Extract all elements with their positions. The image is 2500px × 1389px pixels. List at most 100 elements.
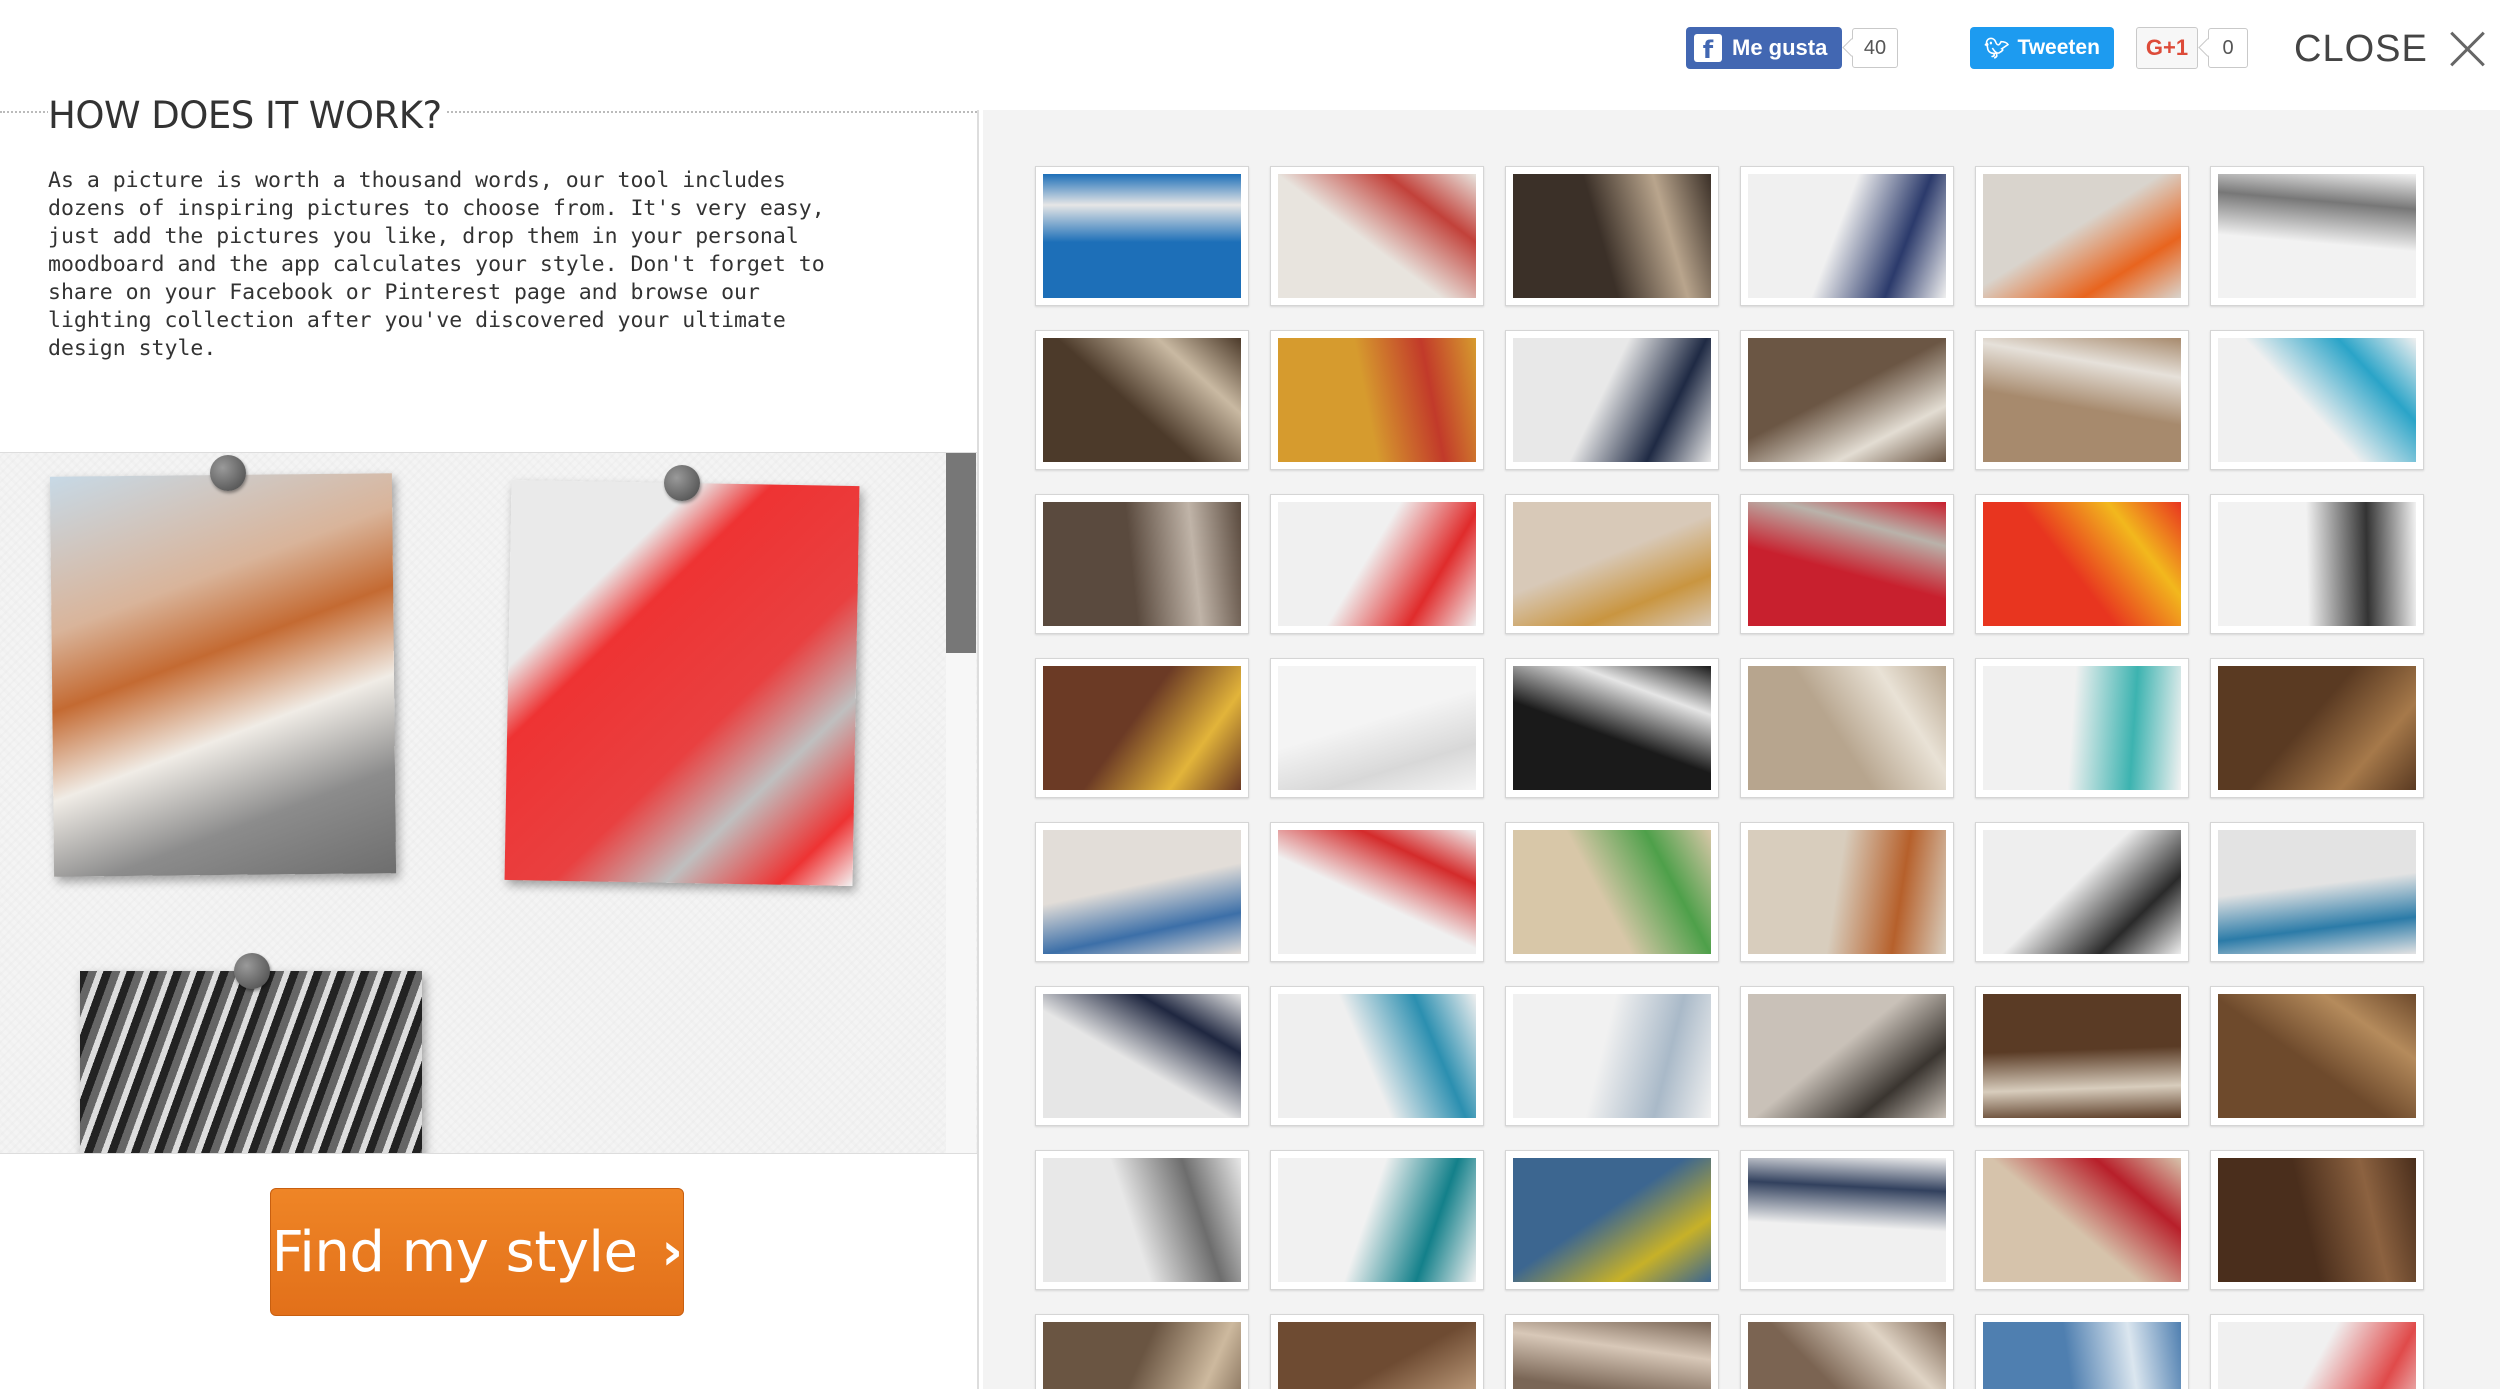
google-plus-button[interactable]: G+1 xyxy=(2136,27,2198,69)
thumb-photo xyxy=(1983,1322,2181,1389)
twitter-bird-icon: 🐦︎ xyxy=(1984,36,2010,60)
gallery-thumb-couple-living-room[interactable] xyxy=(1740,330,1954,470)
thumb-photo xyxy=(1748,830,1946,954)
gallery-thumb-library-ladder[interactable] xyxy=(2210,658,2424,798)
gallery-thumb-girl-blue-table[interactable] xyxy=(1270,986,1484,1126)
gallery-thumb-couple-cream-sofa[interactable] xyxy=(1740,658,1954,798)
thumb-photo xyxy=(1278,666,1476,790)
pushpin-icon xyxy=(210,455,246,491)
moodboard-card-chair-detail[interactable] xyxy=(80,971,422,1153)
gallery-thumb-family-orange-chair[interactable] xyxy=(1975,166,2189,306)
moodboard[interactable] xyxy=(0,452,977,1154)
gallery-thumb-fireplace-room[interactable] xyxy=(1505,1314,1719,1389)
facebook-like-count: 40 xyxy=(1852,28,1898,68)
gallery-thumb-couple-white-sofa[interactable] xyxy=(1975,330,2189,470)
thumb-photo xyxy=(1043,174,1241,298)
gallery-thumb-couple-reading-sofa[interactable] xyxy=(1740,1314,1954,1389)
thumb-photo xyxy=(1983,502,2181,626)
gallery-thumb-wooden-doors[interactable] xyxy=(2210,1150,2424,1290)
thumb-photo xyxy=(2218,830,2416,954)
gallery-thumb-woman-sitting-book[interactable] xyxy=(1035,986,1249,1126)
gallery-thumb-yellow-mug-red-tray[interactable] xyxy=(1975,494,2189,634)
thumb-photo xyxy=(2218,1322,2416,1389)
gallery-thumb-red-white-desk[interactable] xyxy=(1270,822,1484,962)
thumb-photo xyxy=(1043,994,1241,1118)
how-it-works-text: As a picture is worth a thousand words, … xyxy=(48,168,825,361)
moodboard-card-leather-chair[interactable] xyxy=(49,473,397,877)
gallery-thumb-father-son-blanket[interactable] xyxy=(1035,658,1249,798)
chevron-right-icon: › xyxy=(661,1222,683,1282)
close-label: CLOSE xyxy=(2294,27,2428,70)
facebook-like-label: Me gusta xyxy=(1732,35,1828,60)
thumb-photo xyxy=(1513,174,1711,298)
gallery-thumb-wooden-bowl-table[interactable] xyxy=(1270,1314,1484,1389)
tweet-label: Tweeten xyxy=(2017,36,2100,59)
gallery-thumb-mother-son-floor[interactable] xyxy=(2210,822,2424,962)
thumb-photo xyxy=(1278,1322,1476,1389)
thumb-photo xyxy=(1043,1158,1241,1282)
gallery-thumb-blue-towels[interactable] xyxy=(1035,166,1249,306)
gallery-thumb-woman-smiling-grey[interactable] xyxy=(1035,1150,1249,1290)
thumb-photo xyxy=(1748,666,1946,790)
gallery-thumb-woman-dark-sweater[interactable] xyxy=(1505,330,1719,470)
gallery-thumb-red-knit-blanket[interactable] xyxy=(1740,494,1954,634)
thumb-photo xyxy=(1513,666,1711,790)
thumb-photo xyxy=(1043,1322,1241,1389)
picture-gallery xyxy=(983,110,2500,1389)
gallery-thumb-red-desk-objects[interactable] xyxy=(1270,494,1484,634)
gallery-thumb-family-red-sweater[interactable] xyxy=(1975,1150,2189,1290)
thumb-photo xyxy=(1513,830,1711,954)
thumb-photo xyxy=(1043,502,1241,626)
gallery-thumb-living-room-red[interactable] xyxy=(1270,166,1484,306)
gallery-thumb-boy-tablet[interactable] xyxy=(1975,1314,2189,1389)
gallery-thumb-white-cabinet[interactable] xyxy=(1270,658,1484,798)
gallery-thumb-couple-laughing[interactable] xyxy=(1740,986,1954,1126)
how-it-works-title: HOW DOES IT WORK? xyxy=(48,97,447,134)
gallery-thumb-man-orange-sofa[interactable] xyxy=(1740,822,1954,962)
gallery-thumb-denim-yellow-knit[interactable] xyxy=(1505,1150,1719,1290)
gallery-thumb-white-room-window[interactable] xyxy=(2210,494,2424,634)
thumb-photo xyxy=(2218,1158,2416,1282)
gallery-thumb-women-hats[interactable] xyxy=(1505,494,1719,634)
gallery-thumb-woman-white-kitchen[interactable] xyxy=(1740,166,1954,306)
thumb-photo xyxy=(1043,830,1241,954)
gallery-thumb-woman-reading-chair[interactable] xyxy=(1975,986,2189,1126)
thumb-photo xyxy=(1513,1322,1711,1389)
facebook-like-button[interactable]: f Me gusta xyxy=(1686,27,1842,69)
gallery-thumb-candle-coins[interactable] xyxy=(1035,494,1249,634)
thumb-photo xyxy=(1513,502,1711,626)
gallery-thumb-woman-white-sofa[interactable] xyxy=(2210,330,2424,470)
tweet-button[interactable]: 🐦︎ Tweeten xyxy=(1970,27,2114,69)
gallery-thumb-teal-globe-shelf[interactable] xyxy=(1975,658,2189,798)
thumb-photo xyxy=(1043,338,1241,462)
thumb-photo xyxy=(1983,338,2181,462)
thumb-photo xyxy=(2218,174,2416,298)
facebook-icon: f xyxy=(1694,34,1722,62)
thumb-photo xyxy=(1983,1158,2181,1282)
gallery-thumb-man-dark-doorway[interactable] xyxy=(1975,822,2189,962)
gallery-thumb-bright-corridor[interactable] xyxy=(2210,166,2424,306)
gallery-grid xyxy=(1035,166,2424,1389)
find-my-style-button[interactable]: Find my style › xyxy=(270,1188,684,1316)
gallery-thumb-teal-shelf-desk[interactable] xyxy=(1270,1150,1484,1290)
thumb-photo xyxy=(1513,1158,1711,1282)
gallery-thumb-kids-reading-book[interactable] xyxy=(1505,822,1719,962)
gallery-thumb-couple-hug[interactable] xyxy=(1035,822,1249,962)
pushpin-icon xyxy=(664,465,700,501)
moodboard-card-red-notebook[interactable] xyxy=(504,479,860,887)
thumb-photo xyxy=(1748,994,1946,1118)
gallery-thumb-girl-white-kitchen[interactable] xyxy=(2210,1314,2424,1389)
thumb-photo xyxy=(1513,338,1711,462)
gallery-thumb-wooden-staircase[interactable] xyxy=(2210,986,2424,1126)
gallery-thumb-couple-white-room[interactable] xyxy=(1740,1150,1954,1290)
gallery-thumb-woman-black-floor[interactable] xyxy=(1505,658,1719,798)
gallery-thumb-woman-reading-shelves[interactable] xyxy=(1035,330,1249,470)
close-button[interactable]: CLOSE xyxy=(2294,22,2484,76)
thumb-photo xyxy=(1748,1158,1946,1282)
thumb-photo xyxy=(1278,502,1476,626)
gallery-thumb-dining-chandelier[interactable] xyxy=(1035,1314,1249,1389)
gallery-thumb-girl-headphones[interactable] xyxy=(1270,330,1484,470)
gallery-thumb-dark-hallway-man[interactable] xyxy=(1505,166,1719,306)
moodboard-scroll-thumb[interactable] xyxy=(946,453,976,653)
gallery-thumb-kids-white-hall[interactable] xyxy=(1505,986,1719,1126)
